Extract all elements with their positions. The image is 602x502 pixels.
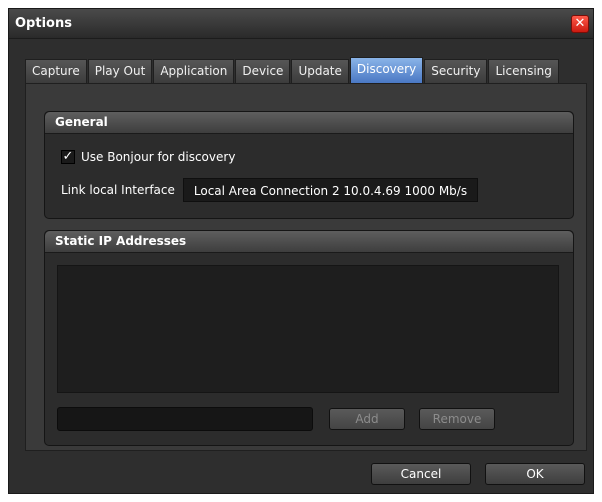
tab-capture[interactable]: Capture [25,59,87,83]
tab-bar: Capture Play Out Application Device Upda… [25,57,560,83]
add-button[interactable]: Add [329,408,405,430]
remove-button[interactable]: Remove [419,408,495,430]
window-title: Options [15,16,72,31]
cancel-button[interactable]: Cancel [371,463,471,485]
bonjour-label[interactable]: Use Bonjour for discovery [81,150,235,164]
general-group-header: General [45,112,573,134]
bonjour-checkbox[interactable]: ✓ [61,150,75,164]
tab-update[interactable]: Update [291,59,349,83]
link-local-interface-select[interactable]: Local Area Connection 2 10.0.4.69 1000 M… [182,178,479,202]
close-icon[interactable]: ✕ [571,15,589,33]
static-ip-group-header: Static IP Addresses [45,231,573,253]
tab-discovery[interactable]: Discovery [349,57,424,83]
static-ip-list[interactable] [57,265,559,393]
link-local-interface-label: Link local Interface [61,183,175,197]
ok-button[interactable]: OK [485,463,585,485]
bonjour-option: ✓ Use Bonjour for discovery [61,150,235,164]
link-local-interface-row: Link local Interface Local Area Connecti… [61,178,479,202]
discovery-tab-panel: General ✓ Use Bonjour for discovery Link… [25,83,587,451]
title-bar[interactable]: Options ✕ [9,9,593,39]
tab-device[interactable]: Device [235,59,291,83]
tab-security[interactable]: Security [424,59,488,83]
static-ip-group: Static IP Addresses Add Remove [44,230,574,446]
tab-application[interactable]: Application [153,59,235,83]
options-dialog: Options ✕ Capture Play Out Application D… [8,8,594,494]
tab-licensing[interactable]: Licensing [488,59,559,83]
tab-play-out[interactable]: Play Out [87,59,153,83]
general-group: General ✓ Use Bonjour for discovery Link… [44,111,574,219]
ip-address-input[interactable] [57,407,313,431]
